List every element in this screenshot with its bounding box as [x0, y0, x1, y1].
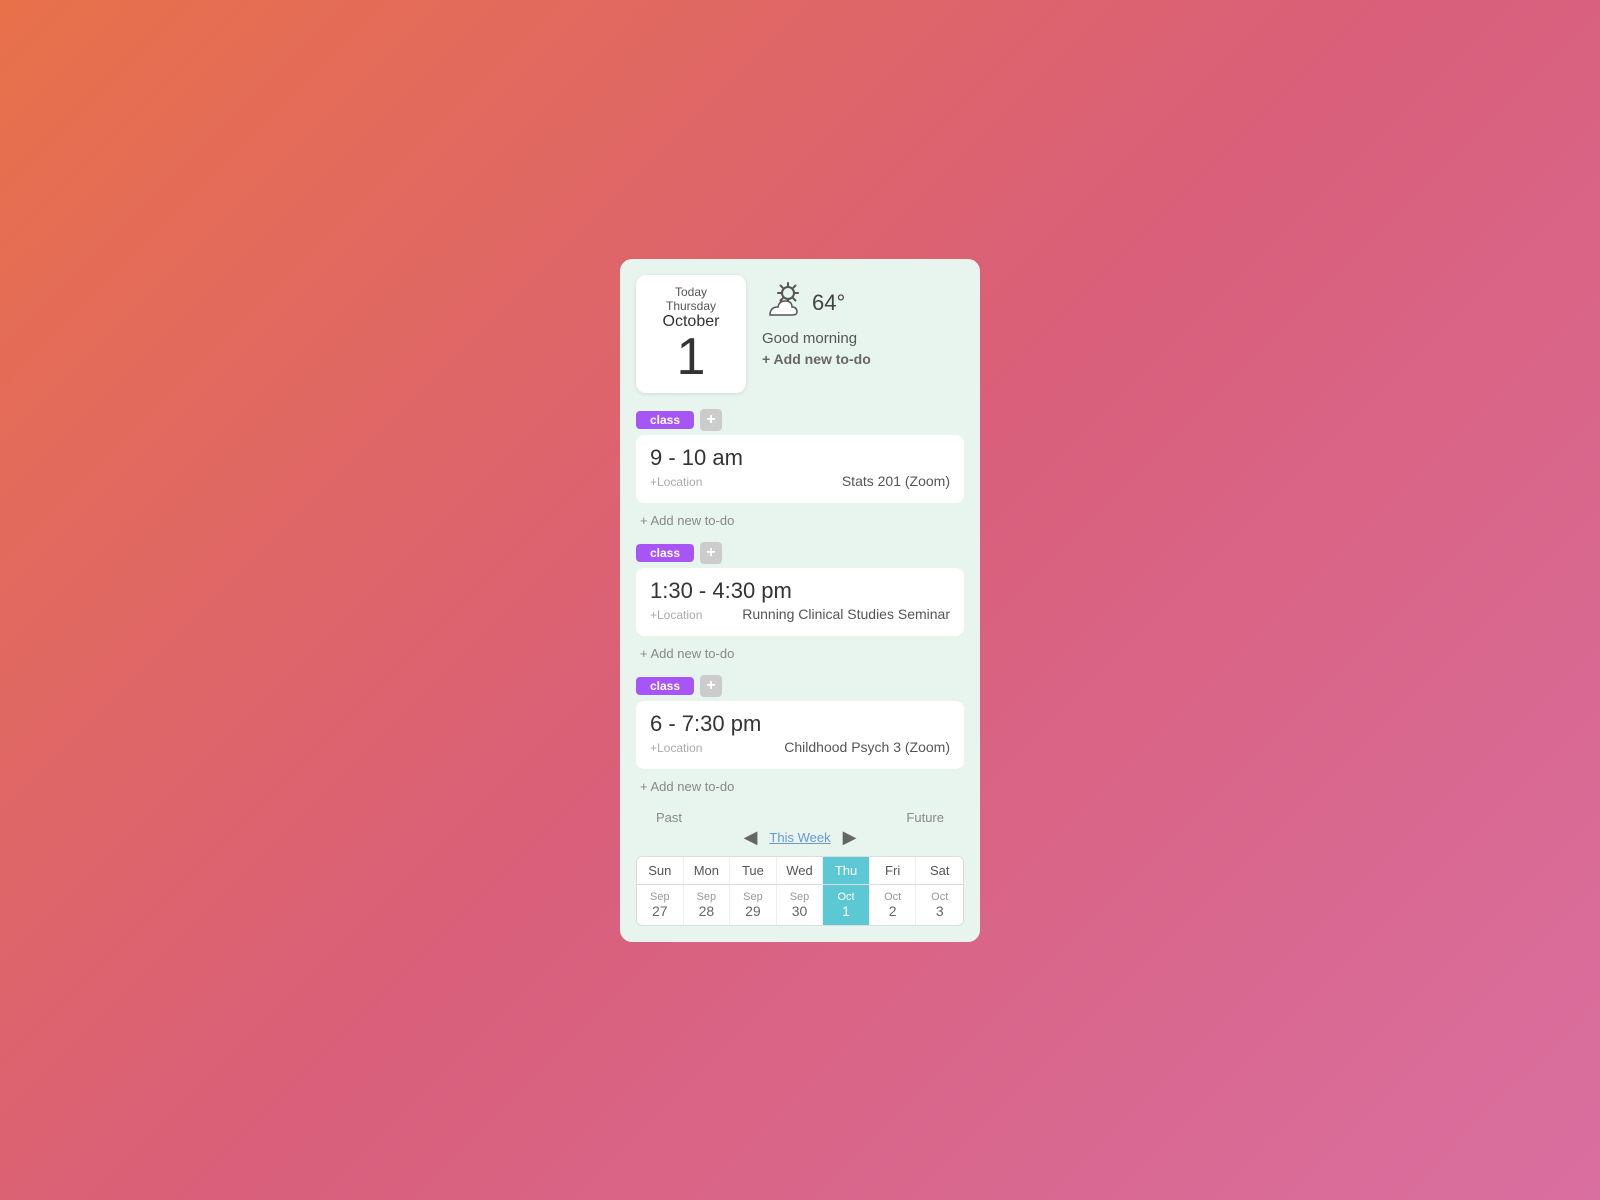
cal-day-header-0[interactable]: Sun [637, 857, 684, 884]
event-add-button[interactable]: + [700, 675, 722, 697]
day-number: 1 [656, 331, 726, 383]
cal-date-month-5: Oct [872, 891, 914, 903]
weather-greeting: 64° Good morning + Add new to-do [762, 275, 871, 367]
next-arrow[interactable]: ▶ [843, 827, 857, 848]
add-todo-inline[interactable]: + Add new to-do [636, 640, 964, 671]
header: Today Thursday October 1 [636, 275, 964, 393]
cal-date-cell-0[interactable]: Sep 27 [637, 885, 684, 925]
cal-day-header-1[interactable]: Mon [684, 857, 731, 884]
event-title: Stats 201 (Zoom) [842, 473, 950, 489]
cal-date-number-4: 1 [825, 903, 867, 919]
future-label: Future [906, 810, 944, 825]
cal-date-month-3: Sep [779, 891, 821, 903]
calendar-date-row: Sep 27 Sep 28 Sep 29 Sep 30 [637, 885, 963, 925]
cal-date-number-0: 27 [639, 903, 681, 919]
event-time: 6 - 7:30 pm [650, 711, 950, 737]
cal-day-header-4[interactable]: Thu [823, 857, 870, 884]
event-location[interactable]: +Location [650, 608, 702, 622]
event-title: Childhood Psych 3 (Zoom) [784, 739, 950, 755]
event-location[interactable]: +Location [650, 475, 702, 489]
event-section-2: class + 6 - 7:30 pm +Location Childhood … [636, 675, 964, 804]
event-tag-row: class + [636, 542, 964, 564]
event-tag: class [636, 544, 694, 562]
cal-day-header-3[interactable]: Wed [777, 857, 824, 884]
calendar-header-row: Sun Mon Tue Wed Thu Fri Sat [637, 857, 963, 885]
event-card: 9 - 10 am +Location Stats 201 (Zoom) [636, 435, 964, 503]
cal-date-cell-2[interactable]: Sep 29 [730, 885, 777, 925]
today-label: Today [656, 285, 726, 299]
nav-labels: Past Future [636, 810, 964, 825]
app-container: Today Thursday October 1 [620, 259, 980, 942]
temperature: 64° [812, 290, 845, 316]
event-location[interactable]: +Location [650, 741, 702, 755]
event-title: Running Clinical Studies Seminar [742, 606, 950, 622]
cal-date-cell-3[interactable]: Sep 30 [777, 885, 824, 925]
event-time: 1:30 - 4:30 pm [650, 578, 950, 604]
cal-day-header-6[interactable]: Sat [916, 857, 963, 884]
cal-date-number-5: 2 [872, 903, 914, 919]
add-todo-inline[interactable]: + Add new to-do [636, 507, 964, 538]
cal-day-header-5[interactable]: Fri [870, 857, 917, 884]
cal-day-header-2[interactable]: Tue [730, 857, 777, 884]
events-container: class + 9 - 10 am +Location Stats 201 (Z… [636, 409, 964, 926]
cal-date-cell-5[interactable]: Oct 2 [870, 885, 917, 925]
cal-date-number-1: 28 [686, 903, 728, 919]
calendar-grid: Sun Mon Tue Wed Thu Fri Sat Sep 27 [636, 856, 964, 926]
this-week-label[interactable]: This Week [769, 830, 830, 845]
event-add-button[interactable]: + [700, 542, 722, 564]
event-tag: class [636, 411, 694, 429]
cal-date-cell-6[interactable]: Oct 3 [916, 885, 963, 925]
event-section-1: class + 1:30 - 4:30 pm +Location Running… [636, 542, 964, 671]
event-card: 6 - 7:30 pm +Location Childhood Psych 3 … [636, 701, 964, 769]
cal-date-month-0: Sep [639, 891, 681, 903]
past-label: Past [656, 810, 682, 825]
greeting-text: Good morning [762, 330, 871, 347]
weather-icon [762, 281, 804, 326]
weather-row: 64° [762, 281, 871, 326]
nav-row: ◀ This Week ▶ [636, 827, 964, 848]
cal-date-number-6: 3 [918, 903, 961, 919]
cal-date-month-6: Oct [918, 891, 961, 903]
event-time: 9 - 10 am [650, 445, 950, 471]
add-todo-inline[interactable]: + Add new to-do [636, 773, 964, 804]
weekday-label: Thursday [656, 299, 726, 313]
cal-date-month-2: Sep [732, 891, 774, 903]
cal-date-month-4: Oct [825, 891, 867, 903]
event-tag-row: class + [636, 409, 964, 431]
cal-date-cell-4[interactable]: Oct 1 [823, 885, 870, 925]
event-tag-row: class + [636, 675, 964, 697]
event-add-button[interactable]: + [700, 409, 722, 431]
prev-arrow[interactable]: ◀ [744, 827, 758, 848]
cal-date-cell-1[interactable]: Sep 28 [684, 885, 731, 925]
cal-date-number-2: 29 [732, 903, 774, 919]
event-tag: class [636, 677, 694, 695]
header-add-todo[interactable]: + Add new to-do [762, 351, 871, 367]
cal-date-month-1: Sep [686, 891, 728, 903]
event-section-0: class + 9 - 10 am +Location Stats 201 (Z… [636, 409, 964, 538]
event-card: 1:30 - 4:30 pm +Location Running Clinica… [636, 568, 964, 636]
cal-date-number-3: 30 [779, 903, 821, 919]
calendar-nav: Past Future ◀ This Week ▶ Sun Mon Tue We… [636, 810, 964, 926]
date-card: Today Thursday October 1 [636, 275, 746, 393]
